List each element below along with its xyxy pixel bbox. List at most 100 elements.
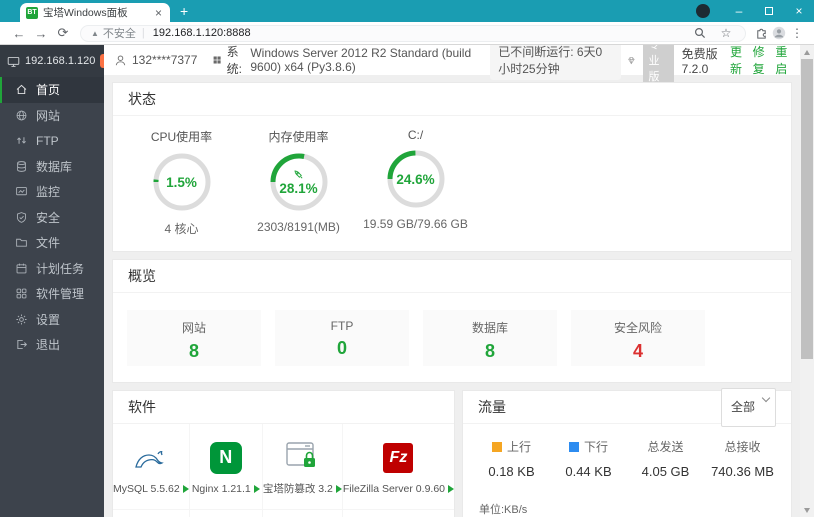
user-phone: 132****7377 [132, 53, 198, 67]
bookmark-star-icon[interactable]: ☆ [717, 26, 735, 40]
overview-panel-title: 概览 [128, 267, 156, 284]
sidebar-server-header[interactable]: 192.168.1.120 0 [0, 45, 116, 77]
memory-gauge: 内存使用率 28.1% 2303/8191(MB) [240, 128, 357, 237]
traffic-filter-select[interactable]: 全部 [720, 387, 776, 427]
software-empty-cell [263, 510, 343, 517]
traffic-chart: 单位:KB/s 4 3 [463, 483, 791, 517]
browser-menu-icon[interactable]: ⋮ [788, 26, 806, 40]
diamond-icon [628, 56, 635, 64]
page-scrollbar[interactable] [800, 45, 814, 517]
tab-close-icon[interactable]: × [153, 6, 164, 20]
software-tamper-proof[interactable]: 宝塔防篡改 3.2 [262, 424, 343, 510]
user-account[interactable]: 132****7377 [114, 53, 197, 67]
back-icon[interactable]: ← [8, 26, 30, 41]
site-favicon: BT [26, 6, 38, 19]
software-php74[interactable]: php PHP-7.4 [190, 510, 263, 517]
security-risk-count: 4 [632, 341, 643, 361]
security-risk-card[interactable]: 安全风险 4 [571, 310, 705, 366]
disk-gauge: C:/ 24.6% 19.59 GB/79.66 GB [357, 128, 474, 237]
status-panel: 状态 CPU使用率 1.5% 4 核心 内存使用率 28.1% 2303/819… [112, 82, 792, 252]
upstream-swatch [491, 441, 502, 452]
scroll-up-arrow[interactable] [800, 45, 814, 59]
browser-titlebar: BT 宝塔Windows面板 × + – × [0, 0, 814, 22]
monitor-icon [7, 56, 20, 67]
running-status-icon [448, 484, 454, 493]
traffic-panel: 流量 全部 上行 0.18 KB 下行 0.44 KB 总发送 4.05 GB … [462, 387, 792, 517]
window-maximize-button[interactable] [754, 0, 784, 22]
browser-addressbar: ← → ⟳ ▲ 不安全 | 192.168.1.120:8888 ☆ ⋮ [0, 22, 814, 45]
software-php54[interactable]: php PHP-5.4 [113, 510, 190, 517]
top-info-bar: 132****7377 系统: Windows Server 2012 R2 S… [104, 45, 800, 85]
downstream-stat: 下行 0.44 KB [550, 438, 627, 479]
websites-card[interactable]: 网站 8 [127, 310, 261, 366]
scroll-down-arrow[interactable] [800, 503, 814, 517]
url-text: 192.168.1.120:8888 [152, 27, 251, 39]
software-panel-title: 软件 [128, 398, 156, 415]
ftp-count: 0 [336, 338, 347, 358]
sidebar-item-cron[interactable]: 计划任务 [0, 256, 104, 282]
gear-icon [16, 314, 27, 325]
rocket-icon [294, 170, 303, 178]
cpu-gauge: CPU使用率 1.5% 4 核心 [123, 128, 240, 237]
sidebar-item-website[interactable]: 网站 [0, 103, 104, 129]
disk-detail: 19.59 GB/79.66 GB [363, 217, 468, 231]
sidebar: 192.168.1.120 0 首页 网站 FTP 数据库 监控 安全 [0, 45, 116, 517]
new-tab-button[interactable]: + [180, 3, 188, 19]
zoom-icon[interactable] [691, 27, 709, 39]
panel-version: 免费版 7.2.0 [681, 46, 718, 76]
websites-count: 8 [188, 341, 199, 361]
databases-card[interactable]: 数据库 8 [423, 310, 557, 366]
sidebar-item-database[interactable]: 数据库 [0, 154, 104, 180]
repair-link[interactable]: 修复 [753, 45, 768, 77]
app-grid-icon [16, 288, 27, 299]
sidebar-item-files[interactable]: 文件 [0, 230, 104, 256]
cpu-cores: 4 核心 [164, 222, 199, 236]
running-status-icon [335, 484, 342, 493]
sidebar-item-monitor[interactable]: 监控 [0, 179, 104, 205]
traffic-panel-title: 流量 [478, 398, 506, 415]
database-icon [17, 160, 26, 172]
sidebar-item-security[interactable]: 安全 [0, 205, 104, 231]
tab-title: 宝塔Windows面板 [43, 7, 128, 19]
update-link[interactable]: 更新 [730, 45, 745, 77]
sidebar-item-ftp[interactable]: FTP [0, 128, 104, 154]
browser-profile-icon[interactable] [696, 4, 710, 18]
user-icon [115, 54, 126, 65]
browser-tab[interactable]: BT 宝塔Windows面板 × [20, 3, 170, 22]
software-mysql[interactable]: MySQL 5.5.62 [113, 424, 190, 510]
status-panel-title: 状态 [128, 90, 156, 107]
window-minimize-button[interactable]: – [724, 0, 754, 22]
memory-detail: 2303/8191(MB) [257, 220, 340, 234]
overview-panel: 概览 网站 8 FTP 0 数据库 8 安全风险 4 [112, 259, 792, 383]
total-sent-value: 4.05 GB [641, 464, 690, 479]
running-status-icon [182, 484, 189, 493]
scrollbar-thumb[interactable] [801, 59, 813, 359]
system-label: 系统: [226, 45, 242, 76]
home-icon [16, 85, 27, 95]
window-close-button[interactable]: × [784, 0, 814, 22]
downstream-value: 0.44 KB [565, 464, 612, 479]
software-filezilla[interactable]: Fz FileZilla Server 0.9.60 [342, 424, 454, 510]
forward-icon[interactable]: → [30, 26, 52, 41]
url-bar[interactable]: ▲ 不安全 | 192.168.1.120:8888 ☆ [80, 24, 746, 42]
system-value: Windows Server 2012 R2 Standard (build 9… [250, 46, 472, 74]
restart-link[interactable]: 重启 [775, 45, 790, 77]
downstream-swatch [568, 441, 579, 452]
software-nginx[interactable]: N Nginx 1.21.1 [189, 424, 263, 510]
reload-icon[interactable]: ⟳ [52, 25, 74, 41]
running-status-icon [253, 484, 260, 493]
sidebar-item-home[interactable]: 首页 [0, 77, 104, 103]
profile-avatar-icon[interactable] [770, 26, 788, 40]
disk-usage-value: 24.6% [396, 171, 435, 187]
sidebar-item-software[interactable]: 软件管理 [0, 281, 104, 307]
server-ip: 192.168.1.120 [25, 55, 96, 67]
memory-usage-value: 28.1% [279, 180, 318, 196]
extensions-puzzle-icon[interactable] [752, 27, 770, 40]
ftp-transfer-icon [17, 137, 26, 144]
ftp-card[interactable]: FTP 0 [275, 310, 409, 366]
sidebar-item-settings[interactable]: 设置 [0, 307, 104, 333]
windows-logo-icon [213, 56, 222, 64]
folder-icon [16, 239, 27, 247]
sidebar-item-logout[interactable]: 退出 [0, 332, 104, 358]
calendar-icon [16, 263, 27, 274]
